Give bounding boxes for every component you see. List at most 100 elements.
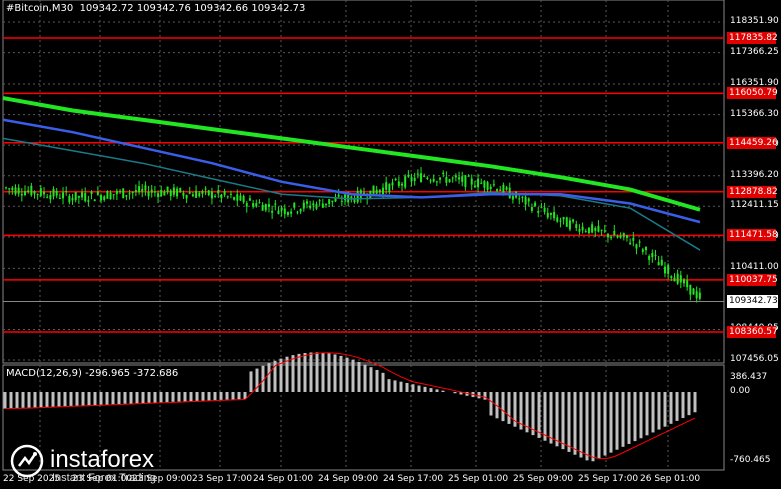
candle-body [423,175,426,177]
candle-body [679,275,682,283]
time-tick-label: 24 Sep 09:00 [318,474,379,484]
candle-body [635,244,638,249]
candle-body [451,177,454,179]
candle-body [499,189,502,192]
candle-body [100,195,103,201]
candle-body [689,284,692,295]
candle-body [267,204,270,208]
candle-body [378,189,381,193]
candle-body [511,196,514,200]
candle-body [489,186,492,189]
candle-body [695,291,698,299]
candle-body [258,202,261,204]
candle-body [594,227,597,231]
candle-body [391,182,394,186]
candle-body [134,190,137,192]
candle-body [483,180,486,188]
candle-body [68,195,71,203]
candle-body [527,198,530,202]
candle-body [214,195,217,197]
candle-body [77,196,80,198]
candle-body [337,194,340,197]
candle-body [410,177,413,182]
candle-body [698,292,701,299]
candle-body [435,181,438,183]
candle-body [93,199,96,202]
candle-body [534,202,537,207]
candle-body [502,184,505,194]
candle-body [312,203,315,206]
brand-name: instaforex [50,446,155,473]
candle-body [172,187,175,195]
candle-body [660,259,663,266]
candle-body [616,236,619,238]
candle-body [207,190,210,195]
candle-body [622,233,625,237]
candle-body [480,182,483,184]
candle-body [546,212,549,218]
candle-body [261,204,264,211]
time-tick-label: 25 Sep 17:00 [578,474,639,484]
candle-body [233,197,236,200]
candle-body [147,191,150,197]
candle-body [505,187,508,190]
candle-body [14,187,17,195]
candle-body [686,280,689,288]
candle-body [486,182,489,190]
candle-body [112,194,115,196]
chart-window[interactable]: #Bitcoin,M30 109342.72 109342.76 109342.… [0,0,781,489]
main-pane-frame [2,0,725,364]
candle-body [299,208,302,212]
candle-body [334,198,337,202]
chart-title: #Bitcoin,M30 109342.72 109342.76 109342.… [6,3,305,14]
candle-body [245,203,248,207]
current-price-label: 109342.73 [727,295,778,309]
candle-body [606,233,609,238]
candle-body [543,207,546,212]
candle-body [629,242,632,245]
candle-body [157,193,160,197]
candle-body [191,194,194,197]
ma-mid-line [2,118,701,224]
candle-body [420,173,423,182]
candle-body [568,220,571,230]
price-tick-label: 112411.15 [730,200,779,211]
candle-body [591,224,594,233]
level-price-label: 110037.75 [727,273,778,286]
candle-body [293,202,296,208]
candle-body [445,177,448,183]
candle-body [5,187,7,189]
candle-body [20,193,23,196]
candle-body [413,177,416,181]
candle-body [36,193,39,195]
candle-body [125,195,128,197]
candle-body [442,172,445,175]
candle-body [169,190,172,196]
candle-body [638,241,641,243]
time-tick-label: 24 Sep 17:00 [383,474,444,484]
candle-body [496,189,499,192]
chart-canvas[interactable] [0,0,781,489]
candle-body [324,203,327,205]
price-tick-label: 118351.90 [730,16,779,26]
candle-body [24,191,27,196]
candle-body [62,192,65,199]
candle-body [309,205,312,209]
candle-body [17,187,20,194]
candle-body [81,192,84,198]
candle-body [58,197,61,199]
instaforex-logo-icon [10,444,44,478]
level-price-label: 111471.58 [727,229,778,242]
price-tick-label: 115366.30 [730,108,779,119]
candle-body [651,253,654,258]
candle-body [388,184,391,193]
candle-body [562,217,565,220]
candle-body [283,208,286,214]
candle-body [103,196,106,200]
candle-body [556,217,559,222]
candle-body [242,195,245,203]
time-tick-label: 26 Sep 01:00 [640,474,701,484]
candle-body [153,191,156,193]
candle-body [274,203,277,205]
candle-body [572,219,575,222]
